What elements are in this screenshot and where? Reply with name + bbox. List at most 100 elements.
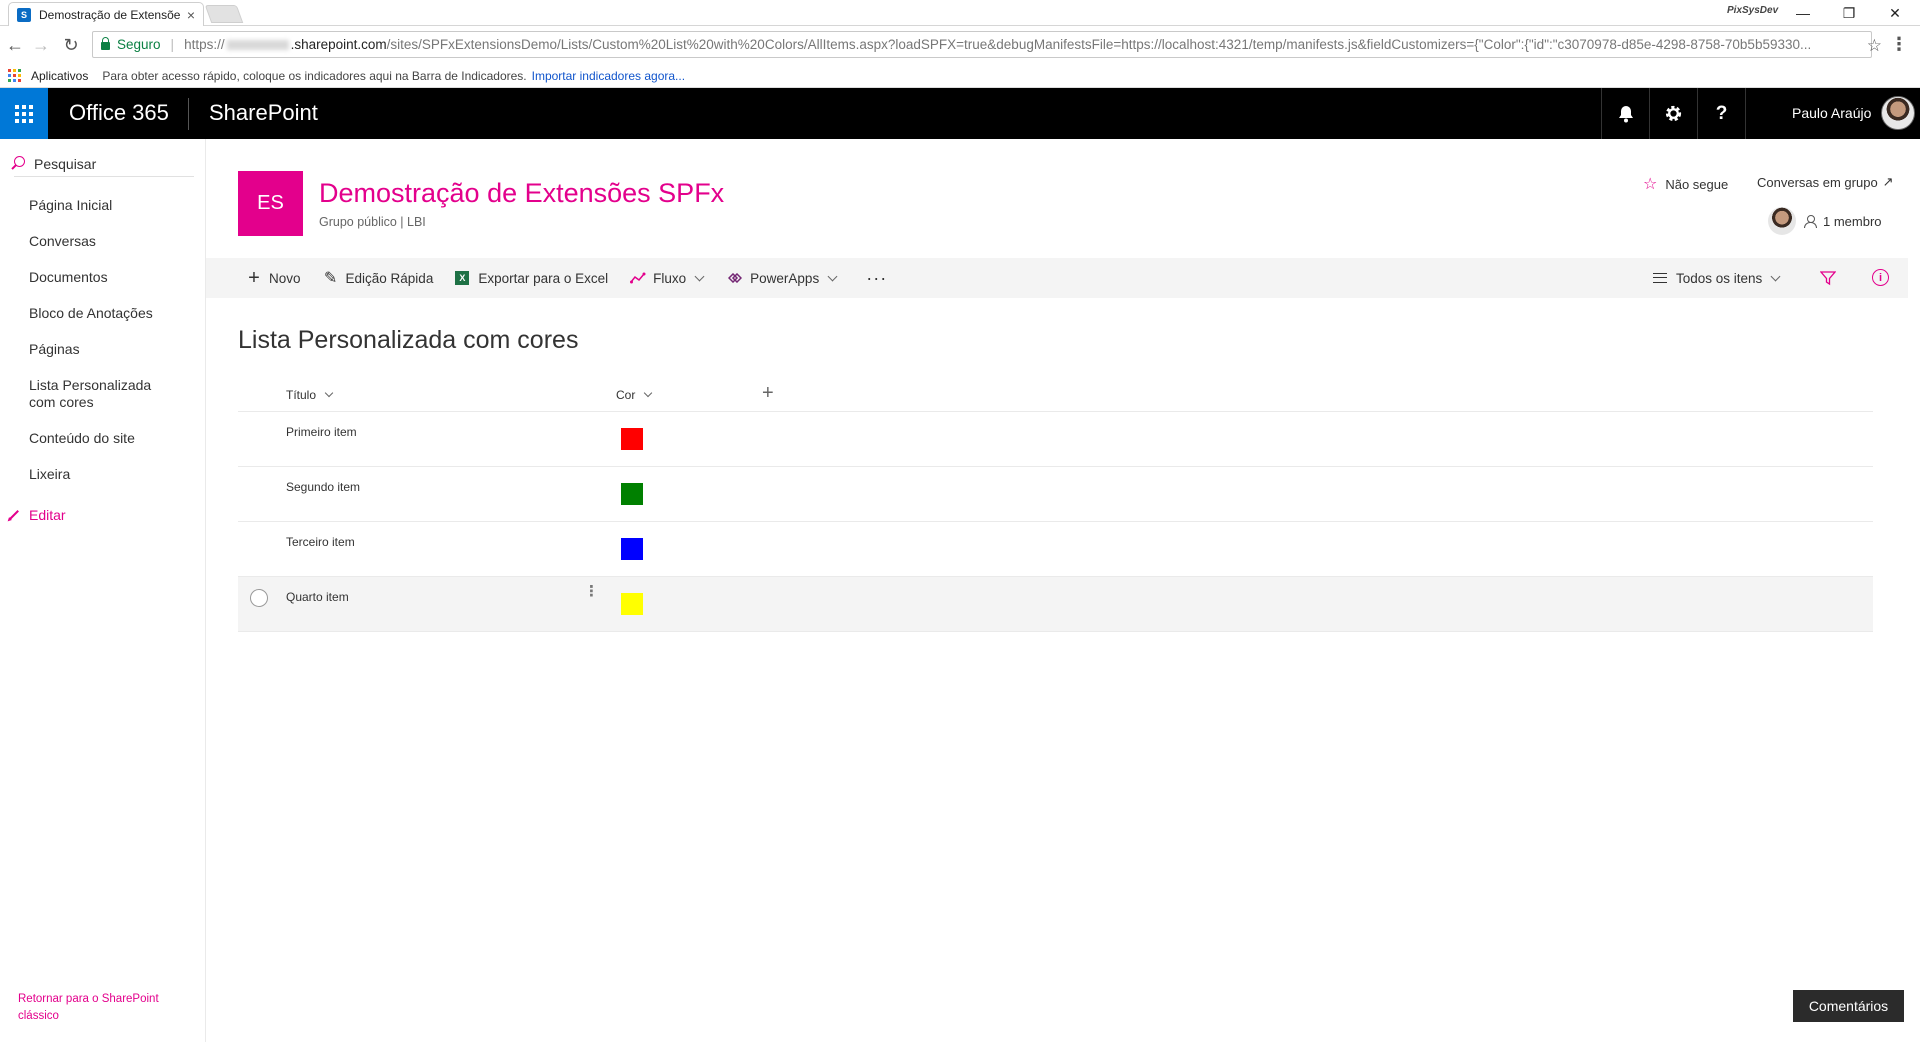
secure-label: Seguro — [117, 37, 161, 52]
color-swatch — [621, 428, 643, 450]
waffle-icon — [15, 104, 33, 123]
sharepoint-favicon-icon: S — [17, 7, 31, 22]
external-arrow-icon: ↗ — [1882, 174, 1894, 189]
return-classic-link[interactable]: Retornar para o SharePoint clássico — [18, 991, 178, 1025]
reload-icon[interactable]: ↻ — [60, 34, 82, 56]
import-bookmarks-link[interactable]: Importar indicadores agora... — [532, 69, 685, 83]
chevron-down-icon — [324, 388, 334, 398]
column-header-color[interactable]: Cor — [616, 388, 653, 402]
table-row[interactable]: Terceiro item — [238, 522, 1873, 577]
sharepoint-app-name[interactable]: SharePoint — [209, 100, 318, 126]
row-select-radio[interactable] — [250, 589, 268, 607]
app-launcher-button[interactable] — [0, 88, 48, 139]
excel-icon: X — [455, 271, 470, 285]
members-button[interactable]: 1 membro — [1768, 207, 1882, 235]
restore-button[interactable]: ❐ — [1826, 2, 1872, 24]
row-title[interactable]: Quarto item — [286, 590, 349, 604]
bookmark-star-icon[interactable]: ☆ — [1867, 36, 1882, 56]
column-header-title[interactable]: Título — [286, 388, 334, 402]
filter-icon[interactable] — [1820, 270, 1836, 286]
flow-menu-button[interactable]: Fluxo — [630, 270, 705, 286]
quick-edit-button[interactable]: ✎ Edição Rápida — [323, 270, 434, 287]
table-row[interactable]: Segundo item — [238, 467, 1873, 522]
search-icon — [14, 156, 25, 167]
row-title[interactable]: Primeiro item — [286, 425, 357, 439]
more-commands-button[interactable]: ··· — [866, 268, 887, 289]
browser-tab[interactable]: S Demostração de Extensõe × — [8, 2, 204, 26]
back-arrow-icon[interactable]: ← — [4, 34, 26, 56]
settings-button[interactable] — [1649, 88, 1697, 139]
new-button[interactable]: + Novo — [246, 266, 300, 289]
chevron-down-icon — [827, 271, 838, 281]
chevron-down-icon — [644, 388, 653, 398]
star-icon: ☆ — [1643, 176, 1658, 193]
table-row[interactable]: Quarto item ⋮ — [238, 577, 1873, 632]
powerapps-menu-button[interactable]: PowerApps — [727, 270, 838, 286]
view-selector[interactable]: Todos os itens — [1653, 258, 1781, 298]
site-logo[interactable]: ES — [238, 171, 303, 236]
search-box[interactable]: Pesquisar — [14, 151, 194, 177]
minimize-button[interactable]: — — [1780, 2, 1826, 24]
powerapps-label: PowerApps — [750, 270, 820, 286]
close-window-button[interactable]: ✕ — [1872, 2, 1918, 24]
list-title: Lista Personalizada com cores — [238, 326, 579, 354]
table-row[interactable]: Primeiro item — [238, 412, 1873, 467]
site-title[interactable]: Demostração de Extensões SPFx — [319, 178, 724, 209]
follow-button[interactable]: ☆ Não segue — [1643, 174, 1728, 194]
bell-icon — [1618, 105, 1633, 122]
apps-bookmark[interactable]: Aplicativos — [31, 69, 88, 83]
tab-close-icon[interactable]: × — [187, 7, 195, 23]
help-button[interactable]: ? — [1697, 88, 1745, 139]
add-column-icon[interactable]: + — [762, 382, 774, 405]
page-scrollbar[interactable] — [1908, 298, 1920, 1042]
feedback-button[interactable]: Comentários — [1793, 990, 1904, 1022]
chevron-down-icon — [694, 271, 705, 281]
more-dots-icon: ··· — [866, 267, 888, 288]
nav-item-conversations[interactable]: Conversas — [0, 233, 206, 250]
left-navigation: Pesquisar Página Inicial Conversas Docum… — [0, 139, 206, 1042]
nav-item-documents[interactable]: Documentos — [0, 269, 206, 286]
pencil-icon — [9, 510, 19, 520]
group-conversations-link[interactable]: Conversas em grupo ↗ — [1757, 174, 1894, 190]
members-label: 1 membro — [1823, 213, 1882, 229]
list-view: Título Cor + Primeiro item Segundo item … — [238, 378, 1873, 632]
notifications-button[interactable] — [1601, 88, 1649, 139]
suite-divider — [188, 98, 189, 130]
export-excel-label: Exportar para o Excel — [478, 270, 609, 286]
new-tab-button[interactable] — [204, 5, 244, 23]
site-subtitle: Grupo público | LBI — [319, 215, 426, 229]
nav-item-home[interactable]: Página Inicial — [0, 197, 206, 214]
row-more-icon[interactable]: ⋮ — [584, 584, 599, 599]
color-swatch — [621, 483, 643, 505]
export-excel-button[interactable]: X Exportar para o Excel — [455, 271, 608, 286]
row-title[interactable]: Terceiro item — [286, 535, 355, 549]
forward-arrow-icon[interactable]: → — [30, 34, 52, 56]
list-header: Título Cor + — [238, 378, 1873, 412]
plus-icon: + — [248, 266, 260, 289]
nav-item-site-contents[interactable]: Conteúdo do site — [0, 430, 206, 447]
nav-list: Página Inicial Conversas Documentos Bloc… — [0, 197, 206, 502]
flow-label: Fluxo — [653, 270, 687, 286]
tab-title: Demostração de Extensõe — [39, 7, 181, 22]
column-color-label: Cor — [616, 388, 636, 402]
follow-label: Não segue — [1665, 176, 1729, 192]
color-swatch — [621, 593, 643, 615]
user-avatar[interactable] — [1881, 96, 1915, 130]
info-icon[interactable]: i — [1872, 269, 1889, 286]
edit-label: Editar — [29, 507, 66, 523]
command-bar: + Novo ✎ Edição Rápida X Exportar para o… — [206, 258, 1908, 298]
browser-menu-icon[interactable]: ⋮ — [1890, 34, 1908, 55]
user-name[interactable]: Paulo Araújo — [1792, 105, 1871, 121]
nav-item-recycle-bin[interactable]: Lixeira — [0, 466, 206, 483]
url-input[interactable]: Seguro | https:// .sharepoint.com /sites… — [92, 31, 1872, 58]
window-user-label: PixSysDev — [1727, 5, 1779, 16]
nav-item-notebook[interactable]: Bloco de Anotações — [0, 305, 206, 322]
nav-item-pages[interactable]: Páginas — [0, 341, 206, 358]
view-list-icon — [1653, 273, 1667, 283]
nav-item-custom-list[interactable]: Lista Personalizada com cores — [0, 377, 160, 411]
office-365-brand[interactable]: Office 365 — [69, 100, 169, 126]
edit-nav-link[interactable]: Editar — [8, 507, 66, 523]
apps-grid-icon[interactable] — [8, 68, 22, 83]
row-title[interactable]: Segundo item — [286, 480, 360, 494]
url-redacted-segment — [226, 39, 289, 50]
